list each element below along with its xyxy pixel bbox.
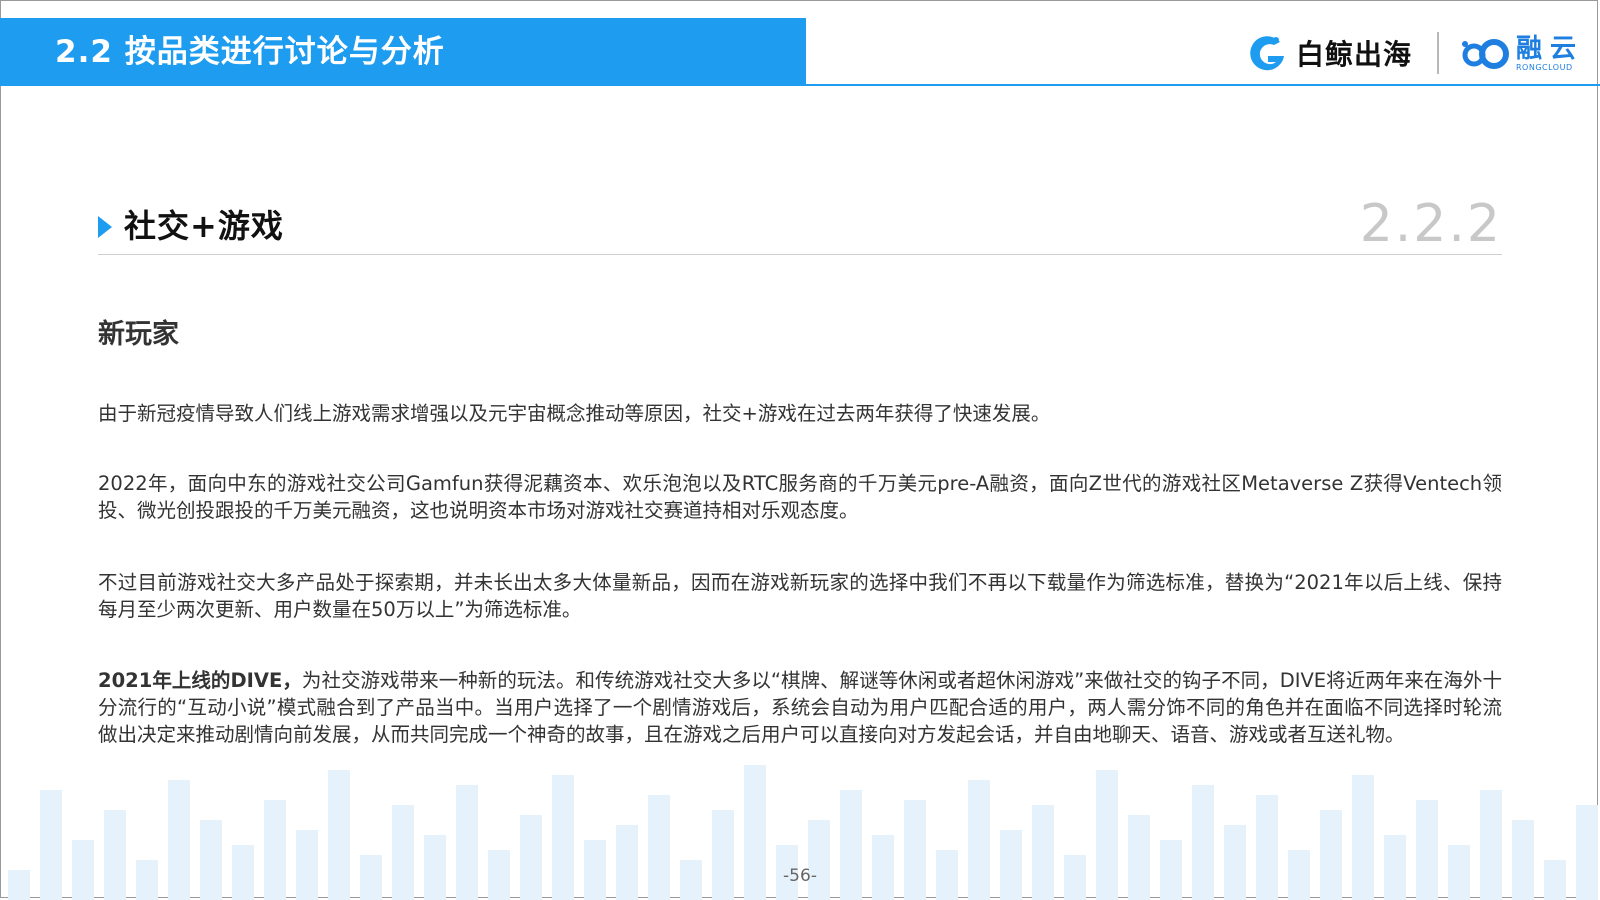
logo-baijing-text: 白鲸出海 <box>1296 38 1413 71</box>
logo-baijing: 白鲸出海 <box>1246 30 1412 76</box>
decorative-bar <box>616 825 638 900</box>
logo-rongcloud-cn: 融云 <box>1516 34 1585 64</box>
decorative-bar <box>104 810 126 900</box>
logo-rongcloud: 融云 RONGCLOUD <box>1460 32 1584 76</box>
page-number: -56- <box>783 866 817 886</box>
logo-separator <box>1437 32 1439 74</box>
decorative-bar <box>200 820 222 900</box>
paragraph-4-lead: 2021年上线的DIVE， <box>98 669 302 692</box>
decorative-bar <box>1224 825 1246 900</box>
section-header: 社交+游戏 2.2.2 <box>98 194 1502 256</box>
paragraph-1: 由于新冠疫情导致人们线上游戏需求增强以及元宇宙概念推动等原因，社交+游戏在过去两… <box>98 402 1051 425</box>
section-divider <box>98 254 1502 255</box>
decorative-bar <box>296 830 318 900</box>
decorative-bar <box>1320 810 1342 900</box>
paragraph-4: 2021年上线的DIVE，为社交游戏带来一种新的玩法。和传统游戏社交大多以“棋牌… <box>98 667 1502 748</box>
decorative-bar <box>1512 820 1534 900</box>
decorative-bar <box>808 820 830 900</box>
rongcloud-logo-icon <box>1462 39 1509 69</box>
decorative-bar <box>520 815 542 900</box>
paragraph-4-body: 为社交游戏带来一种新的玩法。和传统游戏社交大多以“棋牌、解谜等休闲或者超休闲游戏… <box>98 669 1502 746</box>
decorative-bar <box>712 810 734 900</box>
paragraph-3: 不过目前游戏社交大多产品处于探索期，并未长出太多大体量新品，因而在游戏新玩家的选… <box>98 571 1502 621</box>
whale-g-logo-icon <box>1250 36 1284 71</box>
section-number: 2.2.2 <box>1359 194 1502 254</box>
section-heading: 社交+游戏 <box>124 207 284 245</box>
header-rule <box>806 84 1600 86</box>
subheading: 新玩家 <box>98 319 179 350</box>
page-title: 2.2 按品类进行讨论与分析 <box>55 34 445 70</box>
triangle-bullet-icon <box>98 216 112 238</box>
logo-rongcloud-en: RONGCLOUD <box>1516 63 1573 72</box>
decorative-bar <box>1128 815 1150 900</box>
page-frame <box>0 0 1598 898</box>
paragraph-2: 2022年，面向中东的游戏社交公司Gamfun获得泥藕资本、欢乐泡泡以及RTC服… <box>98 472 1502 522</box>
decorative-bar <box>1000 830 1022 900</box>
